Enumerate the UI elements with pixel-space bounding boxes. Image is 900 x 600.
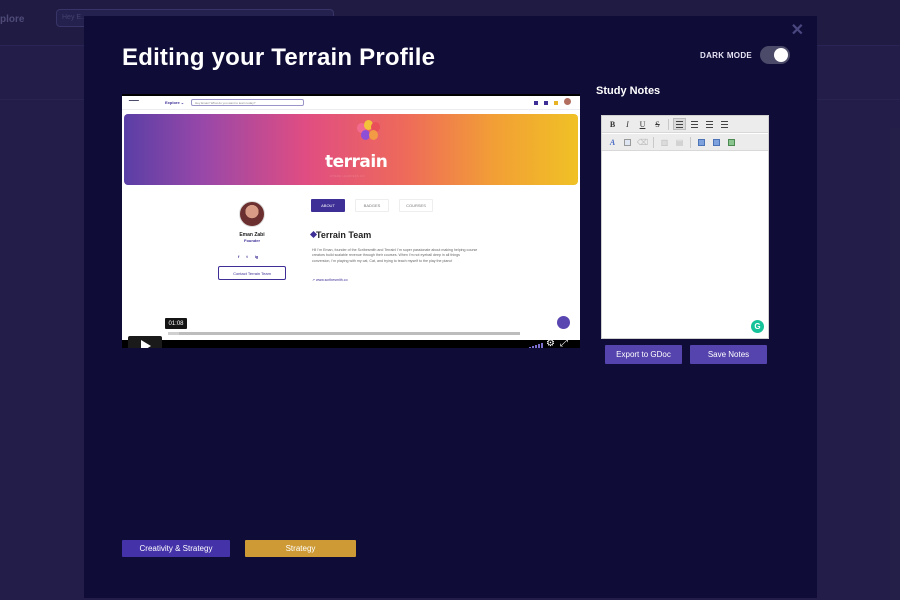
text-color-button[interactable]: A (606, 136, 619, 148)
clear-format-button[interactable]: ⌫ (636, 136, 649, 148)
insert-link-button[interactable] (710, 136, 723, 148)
toggle-knob (774, 48, 789, 62)
bold-button[interactable]: B (606, 118, 619, 130)
outdent-button[interactable]: ▤ (673, 136, 686, 148)
frame-tab-about: ABOUT (311, 199, 345, 212)
social-links: f t ig (238, 254, 258, 259)
align-center-button[interactable] (688, 118, 701, 130)
frame-nav-icons (534, 98, 571, 105)
frame-search: Hey Eman! What do you want to learn toda… (191, 99, 304, 106)
table-icon (728, 138, 735, 146)
frame-profile-card: Eman Zabi Founder f t ig (218, 196, 286, 268)
highlight-button[interactable] (621, 136, 634, 148)
align-justify-button[interactable] (718, 118, 731, 130)
align-left-icon (676, 120, 683, 128)
frame-avatar (564, 98, 571, 105)
chat-bubble-icon (557, 316, 570, 329)
fullscreen-icon[interactable]: ⤢ (560, 339, 568, 349)
frame-explore: Explore ⌄ (165, 100, 185, 105)
volume-icon[interactable] (529, 343, 543, 348)
balloons-icon (355, 119, 385, 147)
highlight-icon (624, 138, 631, 146)
play-icon (141, 340, 151, 348)
insert-image-button[interactable] (695, 136, 708, 148)
cart-icon (534, 100, 538, 105)
link-icon (713, 138, 720, 146)
toolbar-separator (653, 136, 654, 148)
settings-gear-icon[interactable]: ⚙ (546, 339, 555, 349)
export-to-gdoc-button[interactable]: Export to GDoc (605, 345, 682, 364)
grammarly-icon[interactable]: G (751, 320, 764, 333)
edit-profile-modal: ✕ Editing your Terrain Profile DARK MODE… (84, 16, 817, 598)
video-player[interactable]: Explore ⌄ Hey Eman! What do you want to … (122, 94, 580, 348)
frame-banner: terrain WHERE LEARNERS GO (124, 114, 578, 185)
frame-navbar: Explore ⌄ Hey Eman! What do you want to … (122, 96, 580, 110)
frame-website-text: www.scribesmith.co (316, 278, 348, 282)
dark-mode-label: DARK MODE (700, 50, 753, 60)
save-notes-button[interactable]: Save Notes (690, 345, 767, 364)
profile-role: Founder (244, 238, 260, 243)
frame-team-heading: Terrain Team (311, 230, 371, 240)
editor-toolbar-row-2: A ⌫ ▥ ▤ (602, 134, 768, 151)
frame-brand: terrain (325, 152, 388, 172)
frame-tab-courses: COURSES (399, 199, 433, 212)
notes-editor[interactable]: B I U S A ⌫ ▥ ▤ G (601, 115, 769, 339)
italic-button[interactable]: I (621, 118, 634, 130)
study-notes-title: Study Notes (596, 85, 661, 97)
frame-tabs: ABOUT BADGES COURSES (311, 199, 433, 212)
instagram-icon: ig (254, 254, 259, 259)
video-progress-fill (168, 332, 179, 335)
toolbar-separator (690, 136, 691, 148)
video-timestamp: 01:08 (165, 318, 187, 329)
frame-website-link: ↗ www.scribesmith.co (312, 278, 348, 282)
align-center-icon (691, 120, 698, 128)
dark-mode-control: DARK MODE (700, 46, 791, 64)
frame-logo (126, 100, 140, 104)
frame-bio: Hi! I'm Eman, founder of the Scribesmith… (312, 248, 478, 263)
toolbar-separator (668, 118, 669, 130)
close-icon[interactable]: ✕ (791, 20, 804, 40)
align-right-icon (706, 120, 713, 128)
twitter-icon: t (246, 254, 248, 259)
align-justify-icon (721, 120, 728, 128)
frame-team-heading-text: Terrain Team (316, 230, 372, 240)
align-left-button[interactable] (673, 118, 686, 130)
dark-mode-toggle[interactable] (760, 46, 791, 64)
frame-tab-badges: BADGES (355, 199, 389, 212)
modal-title: Editing your Terrain Profile (122, 44, 436, 71)
indent-button[interactable]: ▥ (658, 136, 671, 148)
strikethrough-button[interactable]: S (651, 118, 664, 130)
insert-table-button[interactable] (725, 136, 738, 148)
editor-toolbar-row-1: B I U S (602, 116, 768, 133)
frame-contact-button: Contact Terrain Team (218, 266, 286, 280)
tag-strategy[interactable]: Strategy (245, 540, 356, 557)
tag-creativity-strategy[interactable]: Creativity & Strategy (122, 540, 230, 557)
bell-icon (554, 100, 558, 105)
video-progress-bar[interactable] (168, 332, 520, 335)
frame-tagline: WHERE LEARNERS GO (330, 175, 365, 178)
image-icon (698, 138, 705, 146)
video-frame: Explore ⌄ Hey Eman! What do you want to … (122, 96, 580, 340)
facebook-icon: f (238, 254, 240, 259)
profile-avatar (239, 201, 265, 227)
frame-search-placeholder: Hey Eman! What do you want to learn toda… (195, 101, 256, 105)
play-button[interactable] (128, 336, 162, 348)
message-icon (544, 100, 548, 105)
align-right-button[interactable] (703, 118, 716, 130)
underline-button[interactable]: U (636, 118, 649, 130)
